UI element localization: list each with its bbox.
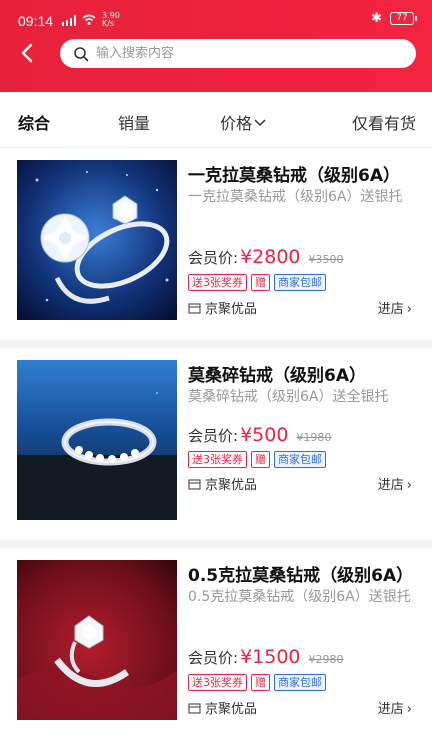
status-right: ✱ 77 bbox=[371, 11, 417, 26]
free-shipping-tag: 商家包邮 bbox=[274, 274, 326, 291]
promo-tags: 送3张奖券 赠 商家包邮 bbox=[188, 674, 326, 691]
bluetooth-icon: ✱ bbox=[371, 11, 382, 26]
product-image[interactable] bbox=[17, 560, 177, 720]
original-price: ¥2980 bbox=[308, 653, 344, 666]
product-image[interactable] bbox=[17, 160, 177, 320]
promo-tags: 送3张奖券 赠 商家包邮 bbox=[188, 451, 326, 468]
search-icon bbox=[66, 39, 96, 68]
chevron-right-icon: › bbox=[406, 478, 412, 493]
back-button[interactable] bbox=[14, 40, 40, 66]
shop-info: 京聚优品 bbox=[188, 474, 257, 493]
tab-comprehensive[interactable]: 综合 bbox=[18, 110, 50, 134]
network-speed: 3.90 K/s bbox=[102, 12, 120, 28]
price-row: 会员价: ¥2800 ¥3500 bbox=[188, 246, 344, 268]
enter-shop-label: 进店 bbox=[377, 702, 404, 717]
coupon-tag: 送3张奖券 bbox=[188, 451, 247, 468]
product-title[interactable]: 莫桑碎钻戒（级别6A） bbox=[188, 361, 420, 386]
price-row: 会员价: ¥1500 ¥2980 bbox=[188, 646, 344, 668]
member-price: ¥1500 bbox=[240, 646, 301, 668]
chevron-right-icon: › bbox=[406, 702, 412, 717]
product-subtitle: 一克拉莫桑钻戒（级别6A）送银托 bbox=[188, 189, 403, 205]
enter-shop-label: 进店 bbox=[377, 478, 404, 493]
store-icon bbox=[188, 302, 201, 314]
wifi-icon bbox=[82, 14, 96, 25]
product-image[interactable] bbox=[17, 360, 177, 520]
search-box[interactable] bbox=[60, 39, 416, 68]
enter-shop-link[interactable]: 进店 › bbox=[378, 298, 412, 317]
member-price: ¥2800 bbox=[240, 246, 301, 268]
shop-name: 京聚优品 bbox=[205, 302, 258, 317]
member-price: ¥500 bbox=[240, 424, 289, 446]
tab-in-stock[interactable]: 仅看有货 bbox=[352, 110, 416, 134]
promo-tags: 送3张奖券 赠 商家包邮 bbox=[188, 274, 326, 291]
tab-price-label: 价格 bbox=[220, 114, 253, 133]
price-label: 会员价: bbox=[188, 649, 239, 667]
product-card[interactable]: 0.5克拉莫桑钻戒（级别6A） 0.5克拉莫桑钻戒（级别6A）送银托 会员价: … bbox=[0, 548, 432, 740]
tab-sales[interactable]: 销量 bbox=[118, 110, 150, 134]
status-time: 09:14 bbox=[18, 13, 54, 29]
product-subtitle: 0.5克拉莫桑钻戒（级别6A）送银托 bbox=[188, 589, 411, 605]
coupon-tag: 送3张奖券 bbox=[188, 274, 247, 291]
coupon-tag: 送3张奖券 bbox=[188, 674, 247, 691]
store-icon bbox=[188, 702, 201, 714]
enter-shop-label: 进店 bbox=[377, 302, 404, 317]
chevron-down-icon bbox=[254, 119, 266, 127]
product-title[interactable]: 0.5克拉莫桑钻戒（级别6A） bbox=[188, 561, 420, 586]
price-label: 会员价: bbox=[188, 249, 239, 267]
tab-price[interactable]: 价格 bbox=[220, 110, 266, 134]
divider bbox=[0, 540, 432, 548]
shop-info: 京聚优品 bbox=[188, 298, 257, 317]
product-card[interactable]: 一克拉莫桑钻戒（级别6A） 一克拉莫桑钻戒（级别6A）送银托 会员价: ¥280… bbox=[0, 148, 432, 340]
store-icon bbox=[188, 478, 201, 490]
gift-tag: 赠 bbox=[251, 674, 270, 691]
shop-name: 京聚优品 bbox=[205, 702, 258, 717]
gift-tag: 赠 bbox=[251, 274, 270, 291]
price-label: 会员价: bbox=[188, 427, 239, 445]
product-subtitle: 莫桑碎钻戒（级别6A）送全银托 bbox=[188, 389, 389, 405]
original-price: ¥1980 bbox=[296, 431, 332, 444]
shop-info: 京聚优品 bbox=[188, 698, 257, 717]
enter-shop-link[interactable]: 进店 › bbox=[378, 698, 412, 717]
enter-shop-link[interactable]: 进店 › bbox=[378, 474, 412, 493]
shop-name: 京聚优品 bbox=[205, 478, 258, 493]
network-speed-unit: K/s bbox=[102, 19, 115, 28]
original-price: ¥3500 bbox=[308, 253, 344, 266]
product-title[interactable]: 一克拉莫桑钻戒（级别6A） bbox=[188, 161, 420, 186]
sort-bar: 综合 销量 价格 仅看有货 bbox=[0, 92, 432, 148]
divider bbox=[0, 340, 432, 348]
signal-icon bbox=[62, 14, 76, 26]
free-shipping-tag: 商家包邮 bbox=[274, 674, 326, 691]
top-header: 09:14 3.90 K/s ✱ 77 bbox=[0, 0, 432, 92]
product-list: 一克拉莫桑钻戒（级别6A） 一克拉莫桑钻戒（级别6A）送银托 会员价: ¥280… bbox=[0, 148, 432, 740]
search-input[interactable] bbox=[96, 46, 396, 61]
gift-tag: 赠 bbox=[251, 451, 270, 468]
battery-indicator: 77 bbox=[390, 12, 417, 25]
free-shipping-tag: 商家包邮 bbox=[274, 451, 326, 468]
status-bar: 09:14 3.90 K/s ✱ 77 bbox=[0, 0, 432, 38]
price-row: 会员价: ¥500 ¥1980 bbox=[188, 424, 331, 446]
status-icons: 3.90 K/s bbox=[62, 12, 120, 28]
product-card[interactable]: 莫桑碎钻戒（级别6A） 莫桑碎钻戒（级别6A）送全银托 会员价: ¥500 ¥1… bbox=[0, 348, 432, 540]
chevron-left-icon bbox=[21, 43, 33, 63]
chevron-right-icon: › bbox=[406, 302, 412, 317]
